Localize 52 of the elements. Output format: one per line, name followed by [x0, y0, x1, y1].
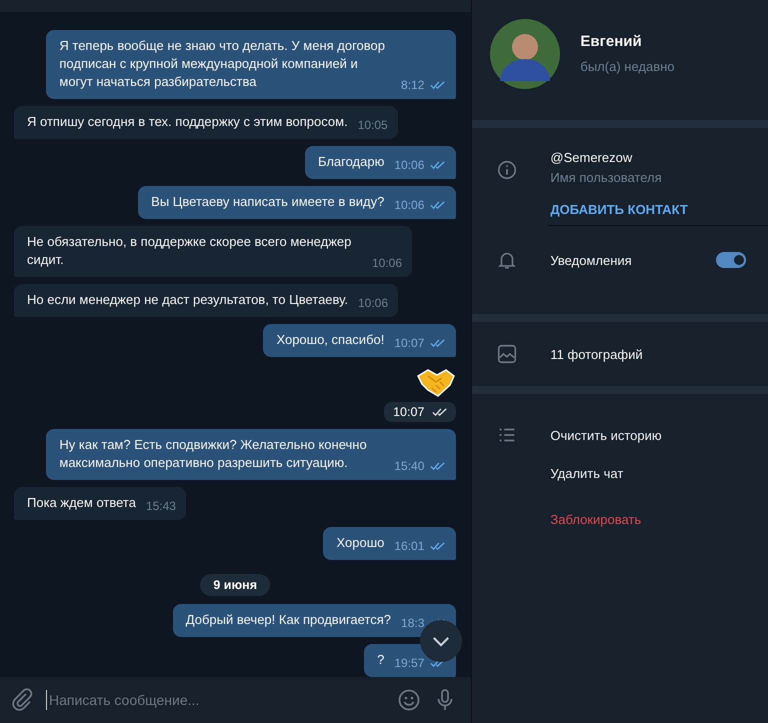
message-time: 8:12 [401, 77, 424, 94]
message-time: 19:57 [394, 655, 424, 672]
double-check-icon [430, 80, 446, 90]
message-text: Не обязательно, в поддержке скорее всего менеджер сидит. [27, 233, 352, 269]
username-label: Имя пользователя [550, 170, 663, 185]
double-check-icon [430, 160, 446, 170]
double-check-icon [430, 200, 446, 210]
message-text: Вы Цветаеву написать имеете в виду? [151, 193, 384, 211]
action-item[interactable]: Удалить чат [550, 466, 624, 480]
message-text: Я отпишу сегодня в тех. поддержку с этим вопросом. [27, 113, 348, 131]
message-input[interactable]: Написать сообщение... [46, 690, 378, 710]
date-separator: 9 июня [200, 574, 270, 596]
message-text: Ну как там? Есть сподвижки? Желательно конечно максимально оперативно разрешить ситуацию. [59, 436, 368, 472]
message-text: ? [377, 651, 384, 669]
avatar [490, 19, 560, 89]
message-time: 18:3 [401, 615, 424, 632]
double-check-icon [430, 541, 446, 551]
message-time: 15:43 [146, 498, 176, 515]
message-text: Пока ждем ответа [27, 494, 136, 512]
message-text: Хорошо [336, 534, 384, 552]
message-time: 10:07 [394, 335, 424, 352]
image-icon [496, 343, 518, 365]
message-composer[interactable]: Написать сообщение... [0, 677, 472, 723]
message-text: Я теперь вообще не знаю что делать. У меня договор подписан с крупной международной компанией и могут начаться разбирательства [59, 37, 386, 91]
add-contact-link[interactable]: ДОБАВИТЬ КОНТАКТ [550, 202, 688, 217]
username: @Semerezow [550, 150, 634, 165]
message-time: 10:06 [394, 197, 424, 214]
contact-status: был(а) недавно [580, 58, 675, 74]
message-time: 16:01 [394, 538, 424, 555]
message-time: 15:40 [394, 458, 424, 475]
info-icon [496, 159, 518, 181]
message-text: Но если менеджер не даст результатов, то Цветаеву. [27, 291, 348, 309]
notifications-label: Уведомления [550, 252, 633, 268]
message-time: 10:05 [358, 117, 388, 134]
action-item[interactable]: Очистить историю [550, 428, 662, 442]
message-time: 10:06 [394, 157, 424, 174]
chevron-down-icon [432, 636, 450, 646]
message-time: 10:06 [372, 255, 402, 272]
sticker-time-badge: 10:07 [384, 402, 456, 422]
message-time: 10:06 [358, 295, 388, 312]
handshake-sticker [416, 368, 456, 398]
notifications-toggle[interactable] [716, 252, 746, 268]
contact-name: Евгений [580, 32, 643, 50]
action-item[interactable]: Заблокировать [550, 512, 642, 526]
emoji-icon[interactable] [397, 688, 422, 712]
photos-link[interactable]: 11 фотографий [550, 346, 643, 362]
message-text: Хорошо, спасибо! [276, 331, 384, 349]
double-check-icon [430, 338, 446, 348]
message-text: Добрый вечер! Как продвигается? [186, 611, 392, 629]
message-text: Благодарю [318, 153, 384, 171]
attach-icon[interactable] [10, 688, 34, 712]
double-check-icon [430, 461, 446, 471]
